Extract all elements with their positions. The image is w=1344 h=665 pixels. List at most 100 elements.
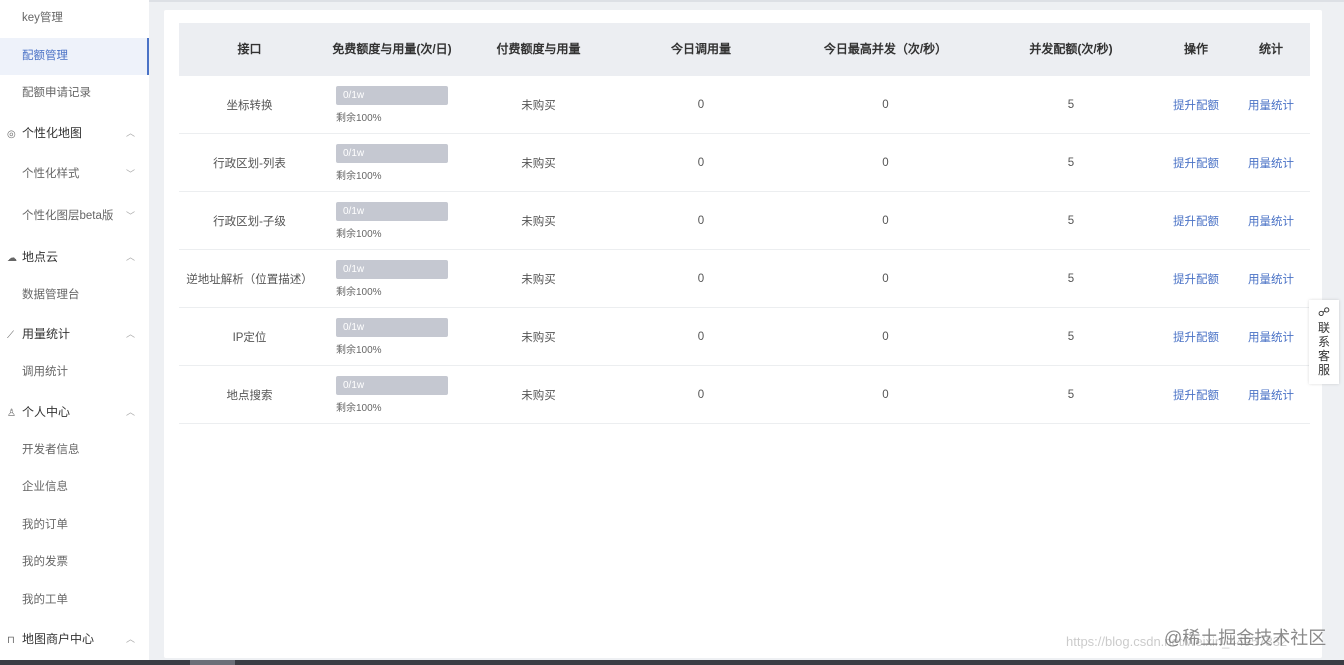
concurrency-quota: 5: [1067, 98, 1075, 111]
raise-quota-link[interactable]: 提升配额: [1173, 158, 1219, 170]
table-body: 坐标转换 0/1w 剩余100% 未购买 0 0 5 提升配额 用量统计 行政区划-列表 0/1w 剩…: [179, 76, 1310, 424]
chevron-up-icon[interactable]: ︿: [126, 392, 135, 432]
sidebar-item-label: 开发者信息: [22, 443, 80, 456]
chart-icon: ⟋: [7, 330, 14, 341]
quota-remaining: 剩余100%: [336, 287, 382, 298]
sidebar-item-4[interactable]: 个性化样式 ﹀: [0, 153, 149, 195]
chevron-up-icon[interactable]: ︿: [126, 113, 135, 153]
header-action: 操作: [1183, 42, 1208, 56]
quota-progress-text: 0/1w: [343, 380, 365, 391]
sidebar-item-label: 调用统计: [22, 366, 68, 378]
watermark-brand: @稀土掘金技术社区: [1164, 628, 1327, 648]
usage-stats-link[interactable]: 用量统计: [1248, 216, 1294, 228]
peak-concurrency: 0: [882, 330, 889, 343]
api-name: 地点搜索: [226, 389, 273, 402]
raise-quota-link[interactable]: 提升配额: [1173, 274, 1219, 286]
quota-progress-bar: 0/1w: [336, 318, 448, 337]
peak-concurrency: 0: [882, 156, 889, 169]
table-row: 行政区划-子级 0/1w 剩余100% 未购买 0 0 5 提升配额 用量统计: [179, 192, 1310, 250]
chevron-down-icon[interactable]: ﹀: [126, 195, 135, 237]
table-row: 地点搜索 0/1w 剩余100% 未购买 0 0 5 提升配额 用量统计: [179, 366, 1310, 424]
quota-remaining: 剩余100%: [336, 229, 382, 240]
top-divider: [149, 0, 1344, 2]
header-free-quota: 免费额度与用量(次/日): [332, 42, 452, 56]
sidebar-item-2[interactable]: 配额申请记录: [0, 75, 149, 113]
sidebar-item-label: 个性化图层beta版: [22, 209, 114, 222]
quota-progress-bar: 0/1w: [336, 260, 448, 279]
sidebar-item-label: 配额管理: [22, 49, 68, 62]
peak-concurrency: 0: [882, 388, 889, 401]
sidebar-item-label: key管理: [22, 12, 63, 24]
paid-quota: 未购买: [521, 157, 556, 170]
quota-progress-text: 0/1w: [343, 148, 365, 159]
sidebar-item-14[interactable]: 我的发票: [0, 544, 149, 582]
concurrency-quota: 5: [1067, 214, 1075, 227]
quota-remaining: 剩余100%: [336, 403, 382, 414]
today-calls: 0: [697, 214, 705, 227]
peak-concurrency: 0: [882, 98, 889, 111]
sidebar-item-11[interactable]: 开发者信息: [0, 432, 149, 470]
free-quota-cell: 0/1w 剩余100%: [320, 308, 464, 365]
free-quota-cell: 0/1w 剩余100%: [320, 134, 464, 191]
sidebar-item-label: 个人中心: [22, 404, 71, 419]
headset-icon: ☍: [1317, 305, 1331, 319]
raise-quota-link[interactable]: 提升配额: [1173, 216, 1219, 228]
chevron-up-icon[interactable]: ︿: [126, 237, 135, 277]
contact-service-label: 联系客服: [1317, 321, 1330, 377]
today-calls: 0: [697, 156, 705, 169]
quota-progress-bar: 0/1w: [336, 144, 448, 163]
main-panel: 接口 免费额度与用量(次/日) 付费额度与用量 今日调用量 今日最高并发（次/秒…: [164, 10, 1322, 658]
usage-stats-link[interactable]: 用量统计: [1248, 390, 1294, 402]
sidebar-item-label: 我的订单: [22, 518, 68, 531]
sidebar-item-0[interactable]: key管理: [0, 0, 149, 38]
sidebar-item-1[interactable]: 配额管理: [0, 37, 149, 75]
sidebar-item-label: 我的工单: [22, 593, 68, 606]
free-quota-cell: 0/1w 剩余100%: [320, 250, 464, 307]
usage-stats-link[interactable]: 用量统计: [1248, 158, 1294, 170]
sidebar-item-12[interactable]: 企业信息: [0, 469, 149, 507]
peak-concurrency: 0: [882, 272, 889, 285]
quota-progress-bar: 0/1w: [336, 202, 448, 221]
chevron-down-icon[interactable]: ﹀: [126, 153, 135, 195]
usage-stats-link[interactable]: 用量统计: [1248, 274, 1294, 286]
concurrency-quota: 5: [1067, 388, 1075, 401]
sidebar-item-7[interactable]: 数据管理台: [0, 277, 149, 315]
table-row: IP定位 0/1w 剩余100% 未购买 0 0 5 提升配额 用量统计: [179, 308, 1310, 366]
table-row: 坐标转换 0/1w 剩余100% 未购买 0 0 5 提升配额 用量统计: [179, 76, 1310, 134]
quota-progress-text: 0/1w: [343, 264, 365, 275]
api-name: 行政区划-子级: [213, 215, 286, 228]
sidebar-item-label: 用量统计: [22, 327, 71, 341]
sidebar-item-5[interactable]: 个性化图层beta版 ﹀: [0, 195, 149, 237]
sidebar-item-10[interactable]: ♙ 个人中心 ︿: [0, 392, 149, 432]
usage-stats-link[interactable]: 用量统计: [1248, 332, 1294, 344]
cloud-icon: ☁: [7, 252, 17, 264]
sidebar-item-3[interactable]: ◎ 个性化地图 ︿: [0, 113, 149, 153]
raise-quota-link[interactable]: 提升配额: [1173, 332, 1219, 344]
bottom-taskbar: [0, 660, 1344, 665]
api-name: IP定位: [232, 331, 267, 344]
sidebar-item-13[interactable]: 我的订单: [0, 507, 149, 545]
quota-progress-text: 0/1w: [343, 206, 365, 217]
quota-remaining: 剩余100%: [336, 171, 382, 182]
sidebar-item-label: 我的发票: [22, 556, 68, 568]
contact-service-widget[interactable]: ☍ 联系客服: [1309, 300, 1339, 384]
taskbar-item[interactable]: [190, 660, 235, 665]
sidebar-item-15[interactable]: 我的工单: [0, 582, 149, 620]
today-calls: 0: [697, 330, 705, 343]
sidebar-item-9[interactable]: 调用统计: [0, 354, 149, 392]
sidebar-item-label: 个性化地图: [22, 125, 83, 140]
sidebar-item-6[interactable]: ☁ 地点云 ︿: [0, 237, 149, 277]
chevron-up-icon[interactable]: ︿: [126, 314, 135, 354]
chevron-up-icon[interactable]: ︿: [126, 619, 135, 659]
quota-remaining: 剩余100%: [336, 345, 382, 356]
sidebar-item-8[interactable]: ⟋ 用量统计 ︿: [0, 314, 149, 354]
sidebar-item-16[interactable]: ⊓ 地图商户中心 ︿: [0, 619, 149, 659]
usage-stats-link[interactable]: 用量统计: [1248, 100, 1294, 112]
today-calls: 0: [697, 98, 705, 111]
quota-remaining: 剩余100%: [336, 113, 382, 124]
api-name: 逆地址解析（位置描述）: [186, 273, 313, 286]
sidebar-item-label: 个性化样式: [22, 167, 80, 180]
raise-quota-link[interactable]: 提升配额: [1173, 390, 1219, 402]
raise-quota-link[interactable]: 提升配额: [1173, 100, 1219, 112]
header-paid-quota: 付费额度与用量: [496, 42, 581, 56]
